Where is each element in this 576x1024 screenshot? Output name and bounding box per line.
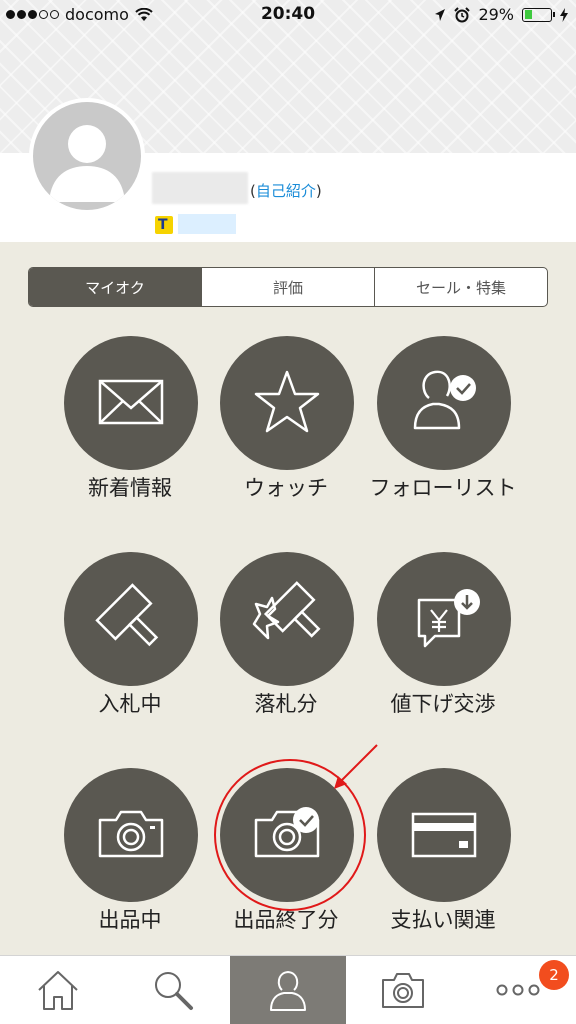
- battery-icon: [522, 7, 555, 22]
- t-point-icon: T: [155, 216, 173, 234]
- self-intro-link[interactable]: (自己紹介): [250, 180, 322, 201]
- tab-sale[interactable]: セール・特集: [375, 268, 547, 306]
- nav-search[interactable]: [115, 956, 230, 1024]
- gavel-burst-icon: [252, 581, 321, 640]
- segmented-tabs: マイオク 評価 セール・特集: [28, 267, 548, 307]
- person-check-icon: [413, 370, 476, 430]
- more-icon: [496, 984, 540, 996]
- nav-my-auction[interactable]: [230, 956, 346, 1024]
- menu-item-won[interactable]: 落札分: [206, 552, 366, 742]
- nav-more[interactable]: 2: [461, 956, 576, 1024]
- nav-sell[interactable]: [346, 956, 461, 1024]
- menu-label: 支払い関連: [390, 908, 496, 932]
- menu-item-price-negotiation[interactable]: 値下げ交渉: [363, 552, 523, 742]
- status-bar: docomo 20:40 29%: [0, 0, 576, 30]
- menu-item-watch[interactable]: ウォッチ: [206, 336, 366, 526]
- tab-myauction[interactable]: マイオク: [29, 268, 202, 306]
- gavel-icon: [95, 583, 159, 647]
- envelope-icon: [98, 379, 164, 425]
- credit-card-icon: [411, 812, 477, 858]
- alarm-icon: [454, 6, 471, 22]
- nav-home[interactable]: [0, 956, 115, 1024]
- avatar[interactable]: [29, 98, 145, 214]
- yen-chat-down-icon: [417, 589, 480, 648]
- person-icon: [270, 971, 306, 1011]
- search-icon: [154, 972, 193, 1010]
- annotation-arrow-icon: [334, 744, 378, 789]
- notification-badge: 2: [539, 960, 570, 990]
- bottom-nav: 2: [0, 955, 576, 1024]
- star-icon: [254, 370, 320, 433]
- menu-label: 値下げ交渉: [390, 692, 496, 716]
- camera-icon: [382, 973, 425, 1008]
- t-point-blurred: [178, 214, 236, 234]
- tab-rating[interactable]: 評価: [202, 268, 375, 306]
- default-avatar-icon: [49, 125, 125, 202]
- menu-label: フォローリスト: [369, 476, 517, 500]
- battery-percent: 29%: [478, 5, 514, 24]
- camera-icon: [98, 810, 164, 858]
- menu-item-payments[interactable]: 支払い関連: [363, 768, 523, 958]
- menu-item-follow-list[interactable]: フォローリスト: [363, 336, 523, 526]
- charging-icon: [560, 7, 568, 22]
- username-blurred: [152, 172, 248, 204]
- location-icon: [435, 8, 446, 21]
- home-icon: [37, 971, 78, 1010]
